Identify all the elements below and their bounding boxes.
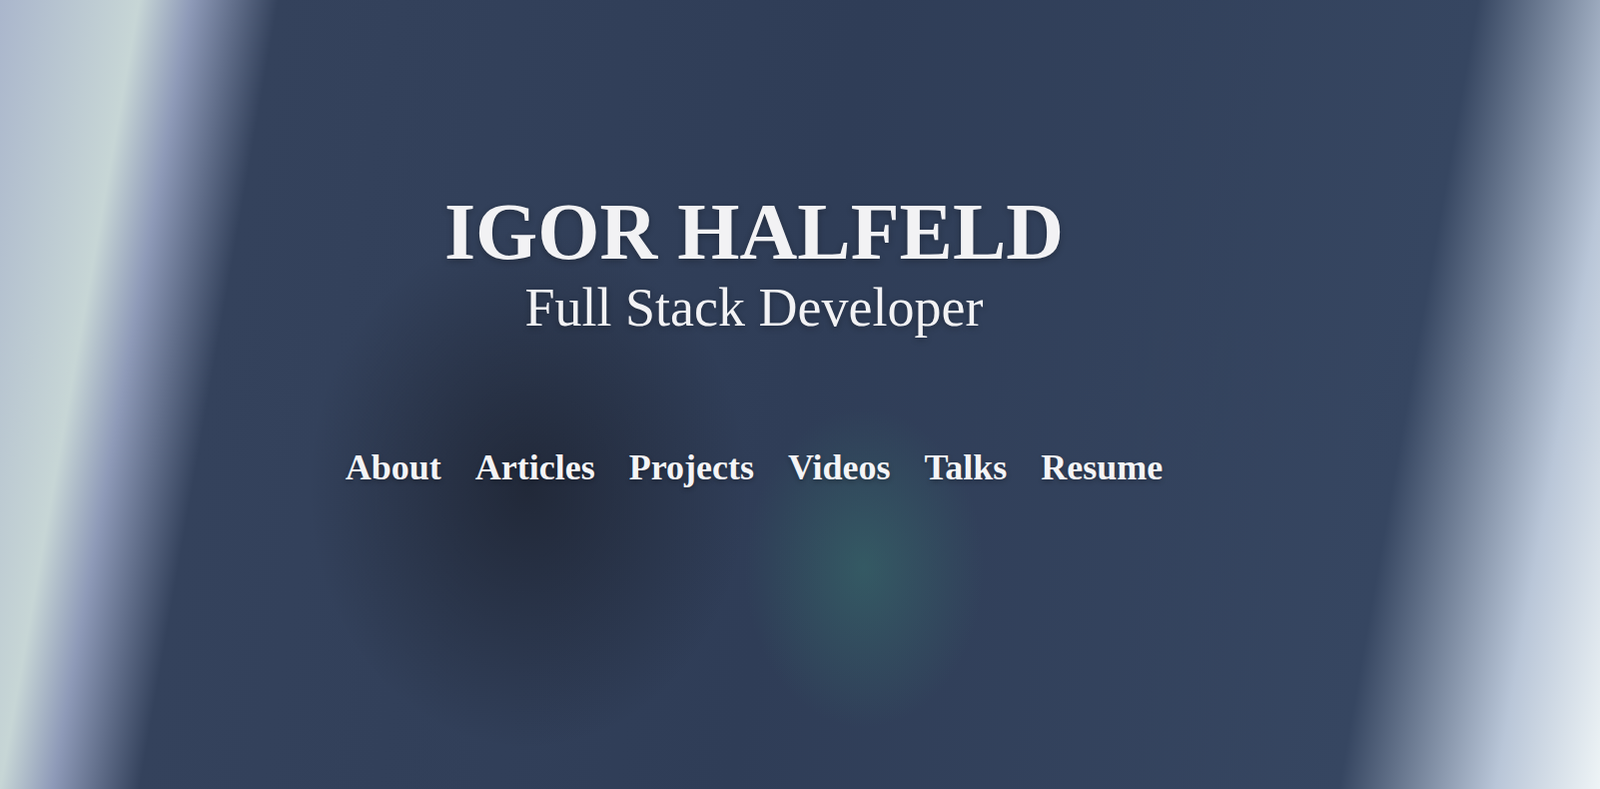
nav-link[interactable]: Articles [475,444,596,492]
site-title: Full Stack Developer [525,275,984,341]
site-name: IGOR HALFELD [444,187,1064,276]
nav-link[interactable]: About [345,444,442,492]
nav-link[interactable]: Videos [788,444,891,492]
nav-link[interactable]: Talks [924,444,1008,492]
nav-link[interactable]: Resume [1040,444,1163,492]
hero-section: IGOR HALFELDFull Stack Developer About Art… [0,0,1600,789]
nav-link[interactable]: Projects [629,444,755,492]
main-nav: About Articles Projects Videos Talks Resume [345,444,1164,492]
